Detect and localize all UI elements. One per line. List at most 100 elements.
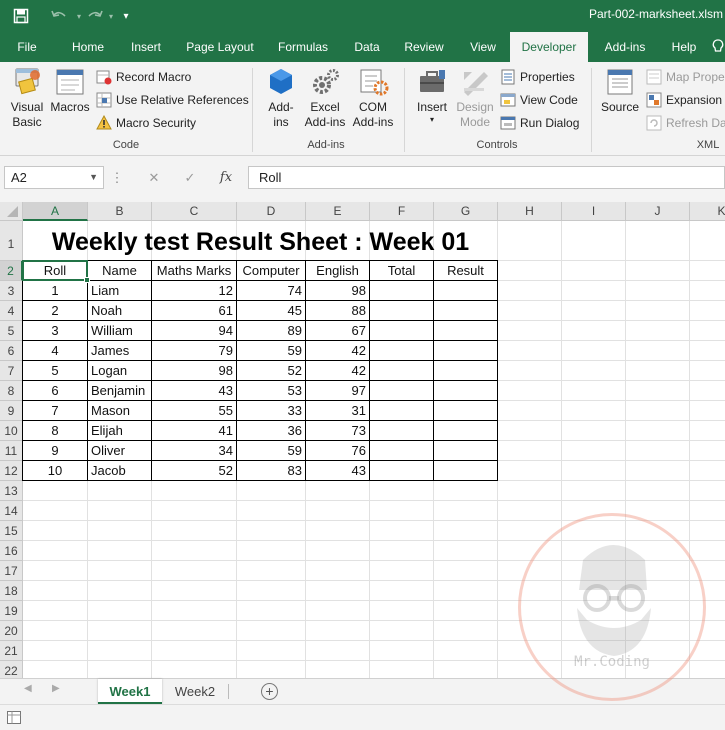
data-cell-maths[interactable]: 61 [152,301,236,320]
save-icon[interactable] [10,0,32,32]
data-cell-roll[interactable]: 2 [23,301,87,320]
result-cell[interactable] [434,381,497,400]
data-cell-english[interactable]: 42 [306,341,369,360]
data-cell-roll[interactable]: 10 [23,461,87,480]
formula-input[interactable]: Roll [248,166,725,189]
macro-recording-icon[interactable] [7,711,21,727]
total-cell[interactable] [370,401,433,420]
row-header-20[interactable]: 20 [0,621,23,641]
column-header-g[interactable]: G [434,202,498,221]
select-all-corner[interactable] [0,202,23,221]
row-header-21[interactable]: 21 [0,641,23,661]
column-header-c[interactable]: C [152,202,237,221]
column-header-a[interactable]: A [23,202,88,221]
view-code-button[interactable]: View Code [500,90,578,110]
row-header-17[interactable]: 17 [0,561,23,581]
add-sheet-button[interactable]: + [261,683,278,700]
data-cell-roll[interactable]: 4 [23,341,87,360]
data-cell-computer[interactable]: 53 [237,381,305,400]
row-header-19[interactable]: 19 [0,601,23,621]
insert-function-icon[interactable]: fx [214,166,238,189]
row-header-10[interactable]: 10 [0,421,23,441]
total-cell[interactable] [370,381,433,400]
data-cell-english[interactable]: 88 [306,301,369,320]
data-cell-maths[interactable]: 52 [152,461,236,480]
data-cell-name[interactable]: Liam [88,281,151,300]
data-cell-roll[interactable]: 5 [23,361,87,380]
row-header-4[interactable]: 4 [0,301,23,321]
redo-dropdown-icon[interactable]: ▾ [106,0,116,32]
data-cell-maths[interactable]: 98 [152,361,236,380]
tab-insert[interactable]: Insert [122,32,170,62]
map-properties-button[interactable]: Map Proper [646,67,725,87]
total-cell[interactable] [370,461,433,480]
expansion-packs-button[interactable]: Expansion P [646,90,725,110]
result-cell[interactable] [434,301,497,320]
result-cell[interactable] [434,361,497,380]
column-header-h[interactable]: H [498,202,562,221]
total-cell[interactable] [370,301,433,320]
result-cell[interactable] [434,421,497,440]
total-cell[interactable] [370,341,433,360]
data-cell-maths[interactable]: 41 [152,421,236,440]
row-header-5[interactable]: 5 [0,321,23,341]
tab-developer[interactable]: Developer [510,32,588,62]
header-cell[interactable]: Result [434,261,497,280]
column-header-k[interactable]: K [690,202,725,221]
tab-add-ins[interactable]: Add-ins [596,32,654,62]
data-cell-english[interactable]: 97 [306,381,369,400]
data-cell-name[interactable]: Logan [88,361,151,380]
lightbulb-icon[interactable] [712,32,725,62]
data-cell-maths[interactable]: 34 [152,441,236,460]
redo-icon[interactable] [84,0,106,32]
result-cell[interactable] [434,281,497,300]
undo-icon[interactable] [46,0,72,32]
result-cell[interactable] [434,441,497,460]
data-cell-maths[interactable]: 94 [152,321,236,340]
scroll-tabs-left-icon[interactable]: ◀ [24,683,32,694]
macros-button[interactable]: Macros [48,66,92,115]
column-header-f[interactable]: F [370,202,434,221]
row-header-13[interactable]: 13 [0,481,23,501]
tab-help[interactable]: Help [662,32,706,62]
sheet-tab-week1[interactable]: Week1 [98,679,162,704]
row-header-16[interactable]: 16 [0,541,23,561]
tab-view[interactable]: View [460,32,506,62]
fill-handle[interactable] [84,277,90,283]
data-cell-computer[interactable]: 45 [237,301,305,320]
enter-icon[interactable]: ✓ [178,166,202,189]
tab-data[interactable]: Data [344,32,390,62]
data-cell-name[interactable]: Benjamin [88,381,151,400]
result-cell[interactable] [434,341,497,360]
data-cell-english[interactable]: 42 [306,361,369,380]
row-header-9[interactable]: 9 [0,401,23,421]
row-header-22[interactable]: 22 [0,661,23,678]
com-add-ins-button[interactable]: COM Add-ins [350,66,396,130]
column-header-b[interactable]: B [88,202,152,221]
total-cell[interactable] [370,441,433,460]
data-cell-name[interactable]: Noah [88,301,151,320]
data-cell-computer[interactable]: 59 [237,441,305,460]
data-cell-name[interactable]: Elijah [88,421,151,440]
use-relative-references-button[interactable]: Use Relative References [96,90,249,110]
sheet-tab-week2[interactable]: Week2 [164,679,226,704]
run-dialog-button[interactable]: Run Dialog [500,113,579,133]
visual-basic-button[interactable]: Visual Basic [6,66,48,130]
total-cell[interactable] [370,281,433,300]
data-cell-english[interactable]: 31 [306,401,369,420]
row-header-15[interactable]: 15 [0,521,23,541]
data-cell-maths[interactable]: 43 [152,381,236,400]
tab-home[interactable]: Home [62,32,114,62]
more-options-icon[interactable]: ⋮ [110,166,124,189]
row-header-2[interactable]: 2 [0,261,23,281]
row-header-18[interactable]: 18 [0,581,23,601]
undo-dropdown-icon[interactable]: ▾ [74,0,84,32]
data-cell-computer[interactable]: 74 [237,281,305,300]
cancel-icon[interactable]: ✕ [142,166,166,189]
header-cell[interactable]: Total [370,261,433,280]
tab-page-layout[interactable]: Page Layout [178,32,262,62]
refresh-data-button[interactable]: Refresh Data [646,113,725,133]
data-cell-computer[interactable]: 36 [237,421,305,440]
insert-control-button[interactable]: Insert ▾ [412,66,452,125]
tab-review[interactable]: Review [396,32,452,62]
